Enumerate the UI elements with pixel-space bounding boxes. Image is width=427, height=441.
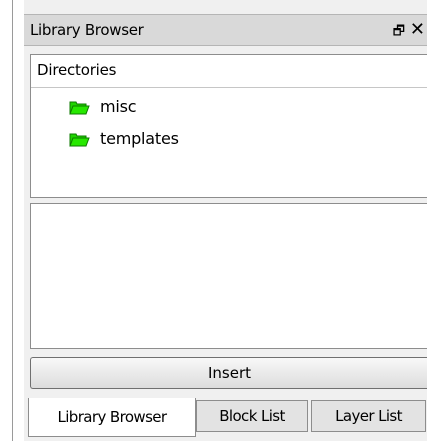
directories-header[interactable]: Directories [31,55,427,88]
panel-titlebar[interactable]: Library Browser 🗗 ✕ [24,14,427,46]
folder-icon [69,133,90,147]
tab-layer-list[interactable]: Layer List [311,400,426,432]
panel-title: Library Browser [30,21,144,39]
float-restore-icon[interactable]: 🗗 [393,22,405,44]
left-edge-divider [12,0,13,441]
library-browser-panel: Library Browser 🗗 ✕ Directories misc tem… [24,0,427,441]
tab-block-list[interactable]: Block List [196,400,308,432]
tab-label: Library Browser [57,408,167,426]
block-preview-area[interactable] [30,203,427,349]
tab-library-browser[interactable]: Library Browser [28,398,196,437]
directory-label: misc [100,97,137,116]
directories-header-label: Directories [37,61,117,79]
directory-label: templates [100,129,179,148]
directories-tree[interactable]: Directories misc templates [30,54,427,198]
insert-button[interactable]: Insert [30,357,427,389]
close-icon[interactable]: ✕ [410,19,425,40]
tab-label: Layer List [335,407,402,425]
folder-icon [69,101,90,115]
panel-tab-bar: Library Browser Block List Layer List [24,398,427,441]
tab-label: Block List [219,407,285,425]
left-edge [0,0,24,441]
insert-button-label: Insert [207,364,252,382]
